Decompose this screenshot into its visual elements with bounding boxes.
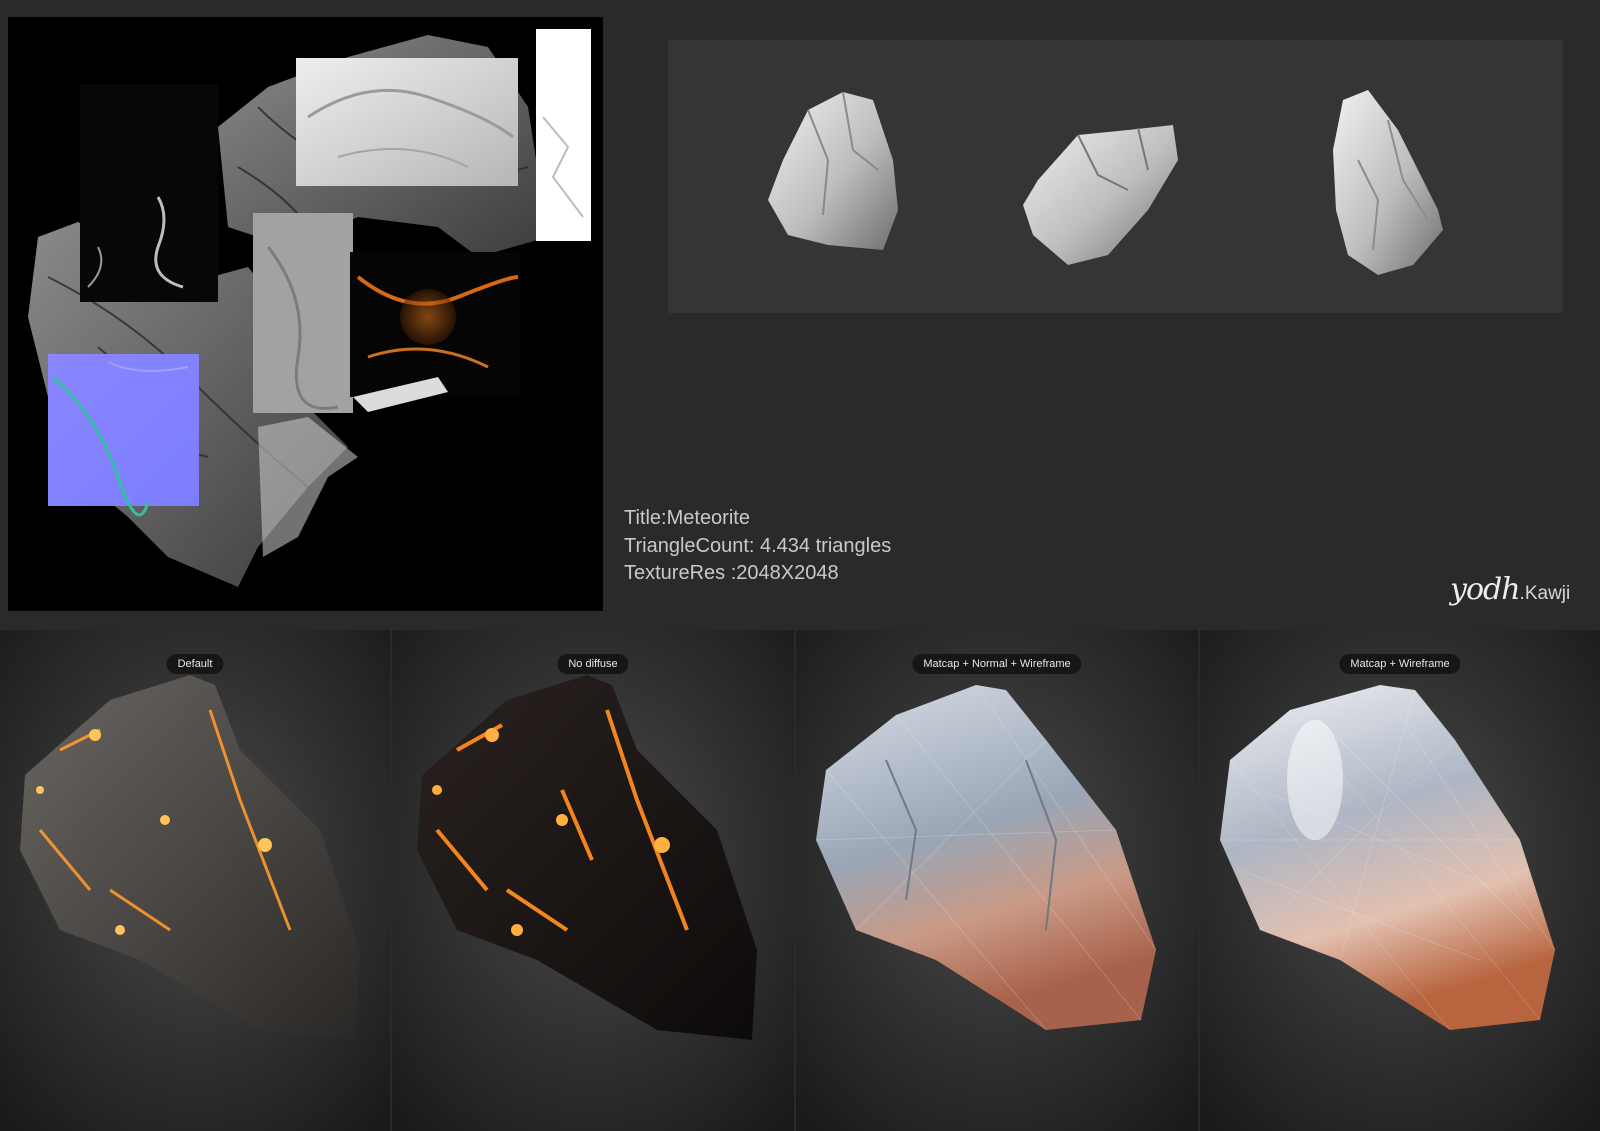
sculpt-rock-2 bbox=[1023, 125, 1178, 265]
texture-atlas bbox=[8, 17, 603, 611]
sculpt-rock-1 bbox=[768, 91, 898, 250]
panel-label: Default bbox=[166, 654, 224, 674]
render-panel-default: Default bbox=[0, 630, 390, 1131]
render-panel-matcap-wireframe: Matcap + Wireframe bbox=[1200, 630, 1600, 1131]
info-title: Title:Meteorite bbox=[624, 507, 750, 529]
render-panel-no-diffuse: No diffuse bbox=[392, 630, 794, 1131]
sculpt-preview-panel bbox=[668, 40, 1563, 313]
model-info: Title:Meteorite TriangleCount: 4.434 tri… bbox=[624, 505, 891, 588]
artist-signature: yodh.Kawji bbox=[1450, 572, 1570, 607]
sculpt-rock-3 bbox=[1333, 90, 1443, 275]
signature-script: yodh bbox=[1450, 572, 1521, 607]
render-panel-matcap-normal-wireframe: Matcap + Normal + Wireframe bbox=[796, 630, 1198, 1131]
panel-label: Matcap + Normal + Wireframe bbox=[912, 654, 1082, 674]
signature-name: .Kawji bbox=[1519, 583, 1571, 604]
info-texture-res: TextureRes :2048X2048 bbox=[624, 562, 839, 584]
info-triangle-count: TriangleCount: 4.434 triangles bbox=[624, 534, 892, 557]
panel-label: Matcap + Wireframe bbox=[1339, 654, 1461, 674]
panel-label: No diffuse bbox=[557, 654, 629, 674]
